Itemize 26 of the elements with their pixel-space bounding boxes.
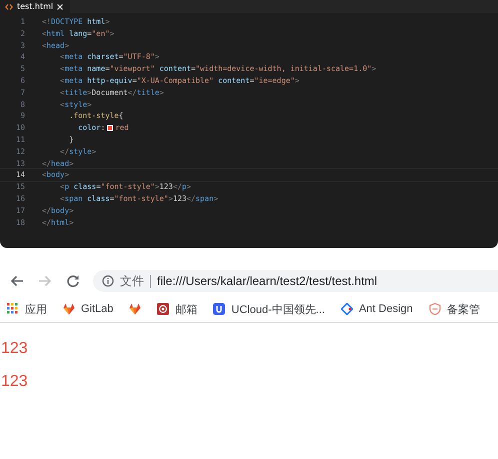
close-icon[interactable] [57, 4, 64, 10]
page-text: 123 [1, 373, 28, 390]
bookmark[interactable] [127, 303, 144, 315]
file-code-icon [5, 4, 13, 10]
bookmark[interactable]: 邮箱 [155, 302, 200, 316]
url-text: file:///Users/kalar/learn/test2/test/test.html [157, 274, 378, 288]
letter-u-icon [213, 303, 226, 315]
bookmark[interactable]: GitLab [61, 303, 116, 315]
info-icon [102, 275, 114, 287]
address-bar[interactable]: 文件 file:///Users/kalar/learn/test2/test/test.html [93, 270, 498, 292]
arrow-icon [10, 274, 24, 288]
scheme-label: 文件 [120, 272, 144, 290]
bookmark[interactable]: 应用 [5, 302, 49, 316]
color-swatch[interactable] [107, 125, 114, 132]
diamond-icon [340, 303, 353, 315]
reload-icon [66, 274, 80, 288]
fox-icon [129, 303, 142, 315]
shield-icon [428, 303, 441, 315]
apps-grid-icon [7, 303, 19, 315]
bookmark[interactable]: 备案管 [426, 302, 482, 316]
fox-icon [63, 303, 75, 315]
editor-tab[interactable]: test.html [0, 0, 70, 13]
page-text: 123 [1, 340, 29, 358]
bookmark[interactable]: Ant Design [338, 303, 415, 315]
bookmark[interactable]: UCloud-中国领先... [211, 302, 327, 316]
arrow-icon [38, 274, 52, 288]
